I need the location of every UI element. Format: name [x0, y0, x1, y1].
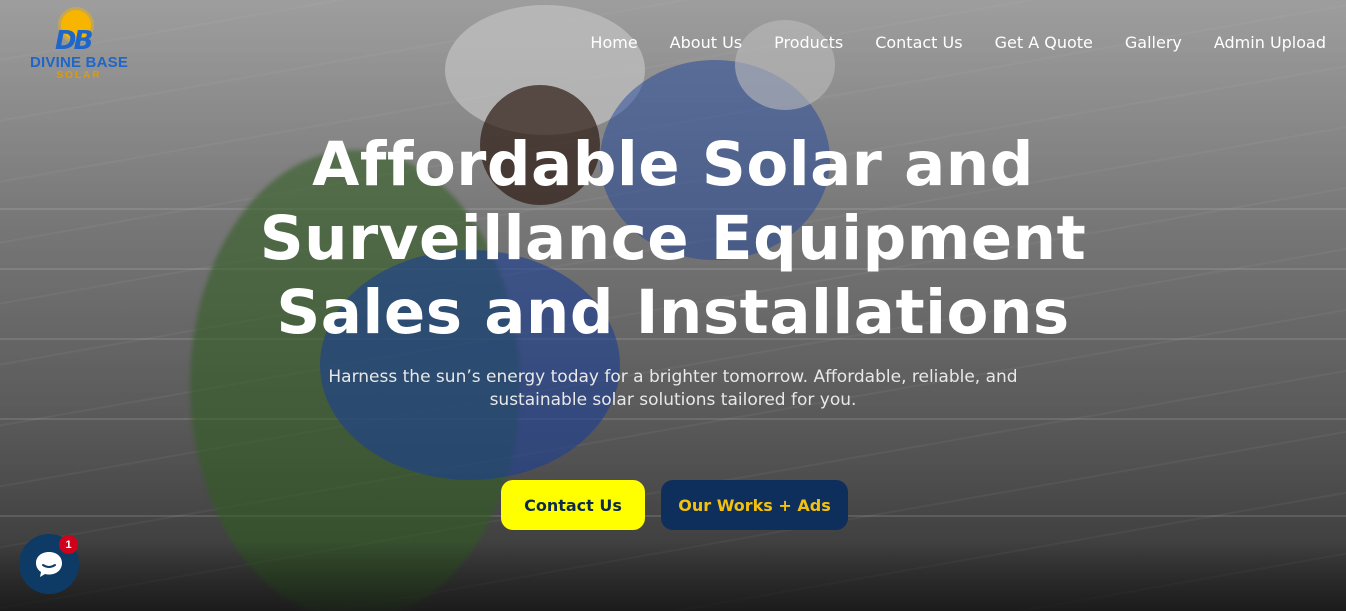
hero-title-line: Surveillance Equipment: [259, 203, 1087, 274]
logo-name: DIVINE BASE: [29, 54, 129, 71]
nav-about-us[interactable]: About Us: [654, 32, 758, 54]
nav-home[interactable]: Home: [574, 32, 653, 54]
nav-products[interactable]: Products: [758, 32, 859, 54]
logo-subtitle: SOLAR: [56, 70, 102, 81]
hero-subtitle: Harness the sun’s energy today for a bri…: [328, 367, 1018, 410]
main-navigation: Home About Us Products Contact Us Get A …: [574, 32, 1326, 54]
chat-bubble-icon: [36, 552, 62, 577]
hero-title-line: Sales and Installations: [276, 277, 1070, 348]
chat-notification-badge: 1: [59, 535, 78, 554]
hero-title-line: Affordable Solar and: [312, 129, 1034, 200]
brand-logo[interactable]: DB DIVINE BASE SOLAR: [25, 8, 133, 84]
logo-monogram: DB: [55, 26, 93, 56]
contact-us-button[interactable]: Contact Us: [501, 480, 645, 530]
nav-gallery[interactable]: Gallery: [1109, 32, 1198, 54]
our-works-button[interactable]: Our Works + Ads: [661, 480, 848, 530]
nav-get-a-quote[interactable]: Get A Quote: [979, 32, 1109, 54]
nav-contact-us[interactable]: Contact Us: [859, 32, 978, 54]
nav-admin-upload[interactable]: Admin Upload: [1198, 32, 1326, 54]
hero-title: Affordable Solar and Surveillance Equipm…: [0, 128, 1346, 350]
